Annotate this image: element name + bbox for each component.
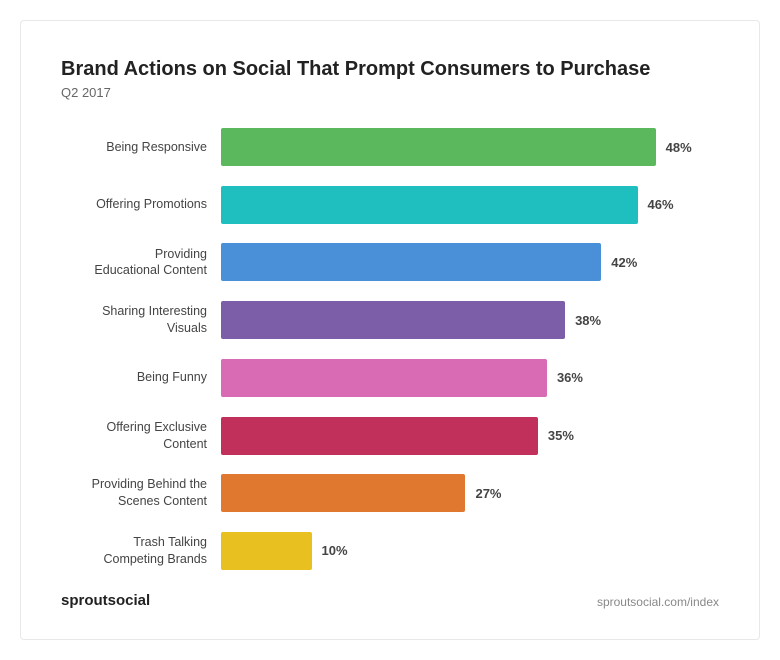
- bar-label: Trash TalkingCompeting Brands: [61, 534, 221, 568]
- bar-row: Sharing InterestingVisuals 38%: [61, 301, 719, 339]
- bar-pct: 48%: [666, 140, 692, 155]
- footer-url: sproutsocial.com/index: [597, 595, 719, 609]
- bar-fill: [221, 532, 312, 570]
- bar-label: Being Funny: [61, 369, 221, 386]
- bar-pct: 27%: [475, 486, 501, 501]
- bar-pct: 35%: [548, 428, 574, 443]
- bar-fill: [221, 474, 465, 512]
- bar-label: Being Responsive: [61, 139, 221, 156]
- bar-row: Providing Behind theScenes Content 27%: [61, 474, 719, 512]
- bar-fill: [221, 417, 538, 455]
- logo-prefix: sprout: [61, 592, 108, 609]
- bar-row: Being Funny 36%: [61, 359, 719, 397]
- bar-track: 38%: [221, 301, 719, 339]
- bar-label: Offering ExclusiveContent: [61, 419, 221, 453]
- brand-logo: sproutsocial: [61, 592, 150, 609]
- bar-row: Offering ExclusiveContent 35%: [61, 417, 719, 455]
- bar-label: Providing Behind theScenes Content: [61, 476, 221, 510]
- bar-track: 46%: [221, 186, 719, 224]
- chart-footer: sproutsocial sproutsocial.com/index: [61, 592, 719, 609]
- bar-track: 35%: [221, 417, 719, 455]
- bar-track: 10%: [221, 532, 719, 570]
- bar-fill: [221, 186, 638, 224]
- bar-track: 42%: [221, 243, 719, 281]
- bar-label: Sharing InterestingVisuals: [61, 303, 221, 337]
- bar-fill: [221, 301, 565, 339]
- bar-pct: 46%: [648, 197, 674, 212]
- bar-track: 36%: [221, 359, 719, 397]
- bar-fill: [221, 128, 656, 166]
- bar-label: Offering Promotions: [61, 196, 221, 213]
- bar-track: 27%: [221, 474, 719, 512]
- bar-pct: 38%: [575, 313, 601, 328]
- bar-pct: 10%: [322, 543, 348, 558]
- chart-title: Brand Actions on Social That Prompt Cons…: [61, 57, 719, 81]
- logo-bold: social: [108, 592, 151, 609]
- bar-pct: 36%: [557, 370, 583, 385]
- bar-row: Trash TalkingCompeting Brands 10%: [61, 532, 719, 570]
- bar-row: Offering Promotions 46%: [61, 186, 719, 224]
- chart-subtitle: Q2 2017: [61, 85, 719, 100]
- bar-fill: [221, 359, 547, 397]
- bar-pct: 42%: [611, 255, 637, 270]
- bar-fill: [221, 243, 601, 281]
- bar-row: ProvidingEducational Content 42%: [61, 243, 719, 281]
- bar-label: ProvidingEducational Content: [61, 246, 221, 280]
- chart-container: Brand Actions on Social That Prompt Cons…: [20, 20, 760, 640]
- bars-section: Being Responsive 48% Offering Promotions 46…: [61, 128, 719, 570]
- bar-track: 48%: [221, 128, 719, 166]
- bar-row: Being Responsive 48%: [61, 128, 719, 166]
